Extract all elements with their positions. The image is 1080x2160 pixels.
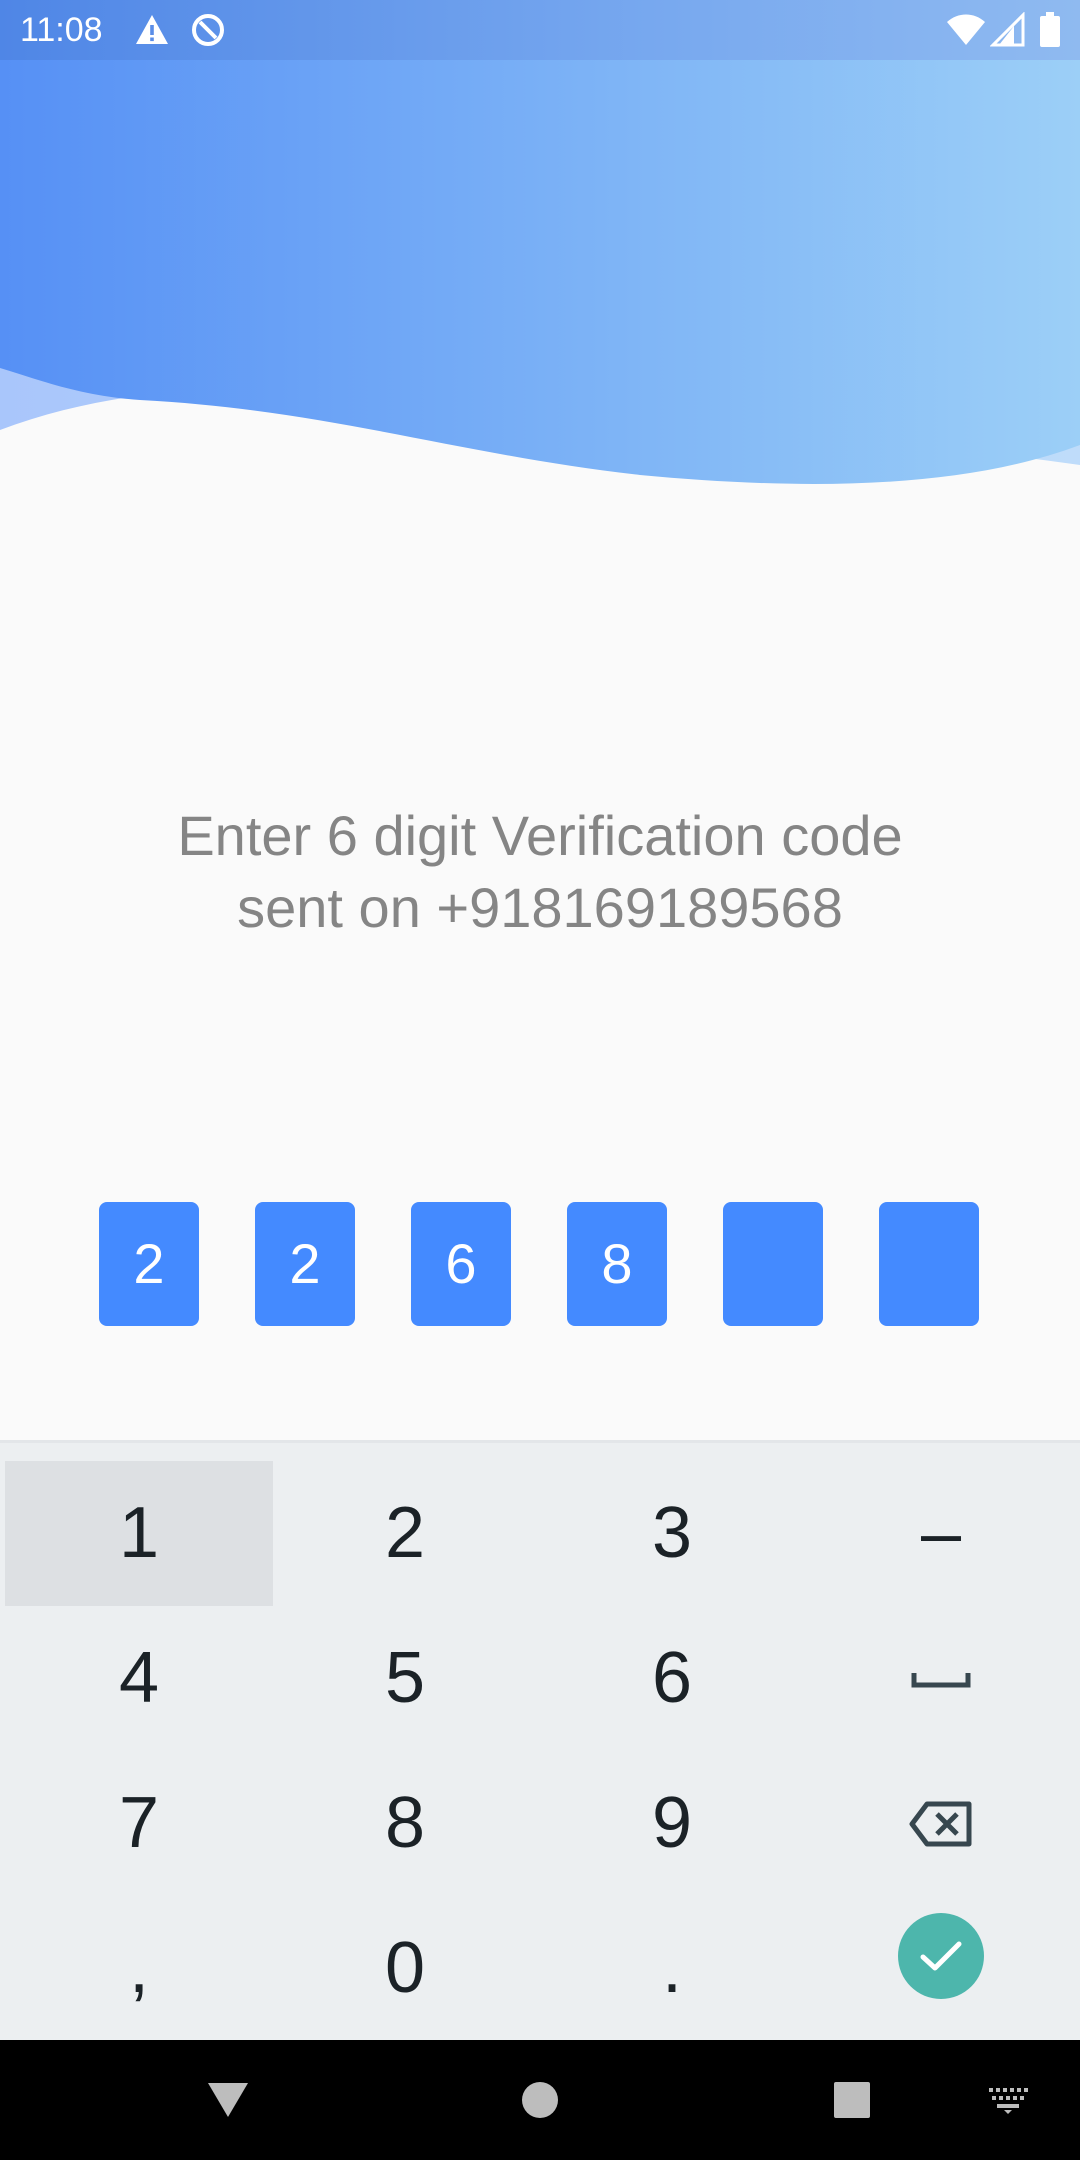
- key-done[interactable]: [807, 1883, 1075, 2028]
- wifi-icon: [946, 12, 986, 48]
- otp-digit-2[interactable]: 2: [255, 1202, 355, 1326]
- nav-keyboard-switch-button[interactable]: [978, 2070, 1038, 2130]
- status-time: 11:08: [20, 11, 103, 49]
- key-6[interactable]: 6: [538, 1606, 806, 1751]
- cellular-signal-icon: [989, 11, 1026, 48]
- key-comma[interactable]: ,: [5, 1896, 273, 2041]
- otp-digit-3[interactable]: 6: [411, 1202, 511, 1326]
- nav-back-button[interactable]: [198, 2070, 258, 2130]
- done-check-icon: [920, 1941, 962, 1970]
- data-saver-icon: [190, 12, 226, 48]
- key-8[interactable]: 8: [271, 1751, 539, 1896]
- otp-digit-4[interactable]: 8: [567, 1202, 667, 1326]
- numeric-keyboard: 1 2 3 – 4 5 6 7 8 9 , 0 .: [0, 1440, 1080, 2043]
- verification-screen: 11:08 Enter 6 digit Verification code se…: [0, 0, 1080, 2160]
- keyboard-switch-icon: [989, 2088, 1028, 2114]
- key-space[interactable]: [807, 1606, 1075, 1751]
- key-5[interactable]: 5: [271, 1606, 539, 1751]
- battery-icon: [1038, 12, 1062, 48]
- recents-icon: [834, 2082, 870, 2118]
- otp-input-row: 2 2 6 8: [99, 1202, 981, 1326]
- back-icon: [208, 2083, 248, 2117]
- key-9[interactable]: 9: [538, 1751, 806, 1896]
- nav-home-button[interactable]: [510, 2070, 570, 2130]
- key-2[interactable]: 2: [271, 1461, 539, 1606]
- otp-digit-5[interactable]: [723, 1202, 823, 1326]
- instruction-line-2: sent on +918169189568: [237, 876, 843, 939]
- otp-digit-1[interactable]: 2: [99, 1202, 199, 1326]
- key-1[interactable]: 1: [5, 1461, 273, 1606]
- key-backspace[interactable]: [807, 1751, 1075, 1896]
- navigation-bar: [0, 2040, 1080, 2160]
- key-0[interactable]: 0: [271, 1896, 539, 2041]
- warning-icon: [134, 12, 170, 48]
- nav-recents-button[interactable]: [822, 2070, 882, 2130]
- key-4[interactable]: 4: [5, 1606, 273, 1751]
- otp-digit-6[interactable]: [879, 1202, 979, 1326]
- key-7[interactable]: 7: [5, 1751, 273, 1896]
- key-dash[interactable]: –: [807, 1461, 1075, 1606]
- key-3[interactable]: 3: [538, 1461, 806, 1606]
- backspace-icon: [909, 1801, 972, 1846]
- verification-instruction: Enter 6 digit Verification code sent on …: [0, 800, 1080, 944]
- header-wave: [0, 0, 1080, 484]
- home-icon: [522, 2082, 558, 2118]
- space-icon: [911, 1672, 971, 1687]
- status-bar: 11:08: [0, 0, 1080, 60]
- instruction-line-1: Enter 6 digit Verification code: [177, 804, 903, 867]
- key-period[interactable]: .: [538, 1896, 806, 2041]
